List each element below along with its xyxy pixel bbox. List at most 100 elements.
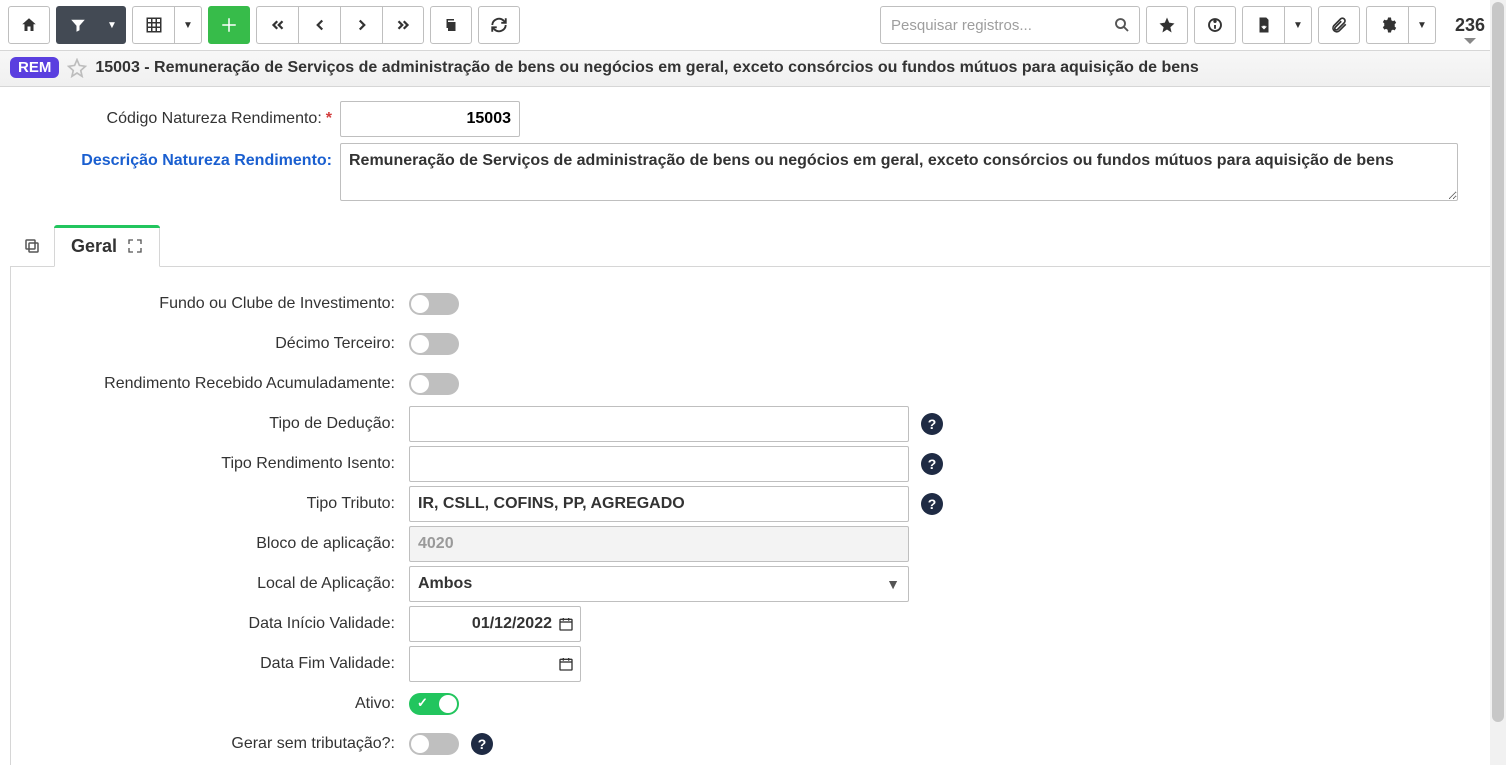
calendar-icon[interactable] xyxy=(558,616,574,632)
chevron-down-icon: ▼ xyxy=(107,20,117,31)
expand-icon[interactable] xyxy=(127,238,143,254)
filter-button-group: ▼ xyxy=(56,6,126,44)
grid-dropdown-button[interactable]: ▼ xyxy=(174,6,202,44)
data-fim-field[interactable] xyxy=(409,646,581,682)
history-button[interactable] xyxy=(1194,6,1236,44)
tipo-tributo-label: Tipo Tributo: xyxy=(27,495,409,513)
search-field[interactable] xyxy=(880,6,1140,44)
ativo-toggle[interactable]: ✓ xyxy=(409,693,459,715)
chevron-down-icon: ▼ xyxy=(183,20,193,31)
tipo-isento-input[interactable] xyxy=(409,446,909,482)
chevron-down-icon: ▼ xyxy=(1417,20,1427,31)
module-badge: REM xyxy=(10,57,59,78)
vertical-scrollbar[interactable] xyxy=(1490,0,1506,765)
tipo-tributo-input[interactable] xyxy=(409,486,909,522)
export-button[interactable] xyxy=(1242,6,1284,44)
tab-geral[interactable]: Geral xyxy=(54,225,160,267)
record-title: 15003 - Remuneração de Serviços de admin… xyxy=(95,59,1198,77)
tipo-tributo-help[interactable]: ? xyxy=(921,493,943,515)
local-label: Local de Aplicação: xyxy=(27,575,409,593)
tab-strip: Geral xyxy=(10,225,1496,267)
grid-icon xyxy=(145,16,163,34)
data-inicio-field[interactable]: 01/12/2022 xyxy=(409,606,581,642)
codigo-label: Código Natureza Rendimento:* xyxy=(10,101,340,137)
data-fim-label: Data Fim Validade: xyxy=(27,655,409,673)
filter-button[interactable] xyxy=(56,6,98,44)
copy-icon xyxy=(442,16,460,34)
gerar-help[interactable]: ? xyxy=(471,733,493,755)
local-select-value: Ambos xyxy=(418,575,472,593)
tipo-deducao-help[interactable]: ? xyxy=(921,413,943,435)
record-count-value: 236 xyxy=(1455,15,1485,36)
funnel-icon xyxy=(69,16,87,34)
scrollbar-thumb[interactable] xyxy=(1492,2,1504,722)
local-select[interactable]: Ambos ▼ xyxy=(409,566,909,602)
star-icon xyxy=(1158,16,1176,34)
check-icon: ✓ xyxy=(417,695,428,711)
attachments-button[interactable] xyxy=(1318,6,1360,44)
gerar-toggle[interactable] xyxy=(409,733,459,755)
tipo-isento-label: Tipo Rendimento Isento: xyxy=(27,455,409,473)
grid-button-group: ▼ xyxy=(132,6,202,44)
rra-toggle[interactable] xyxy=(409,373,459,395)
export-button-group: ▼ xyxy=(1242,6,1312,44)
main-toolbar: ▼ ▼ xyxy=(0,0,1506,50)
search-icon xyxy=(1113,16,1131,34)
settings-button-group: ▼ xyxy=(1366,6,1436,44)
refresh-button[interactable] xyxy=(478,6,520,44)
header-fields: Código Natureza Rendimento:* Descrição N… xyxy=(0,87,1506,213)
tab-area: Geral Fundo ou Clube de Investimento: Dé… xyxy=(0,225,1506,765)
tab-geral-label: Geral xyxy=(71,236,117,257)
favorite-toggle[interactable] xyxy=(67,58,87,78)
last-button[interactable] xyxy=(382,6,424,44)
duplicate-button[interactable] xyxy=(430,6,472,44)
bloco-input xyxy=(409,526,909,562)
ativo-label: Ativo: xyxy=(27,695,409,713)
fundo-toggle[interactable] xyxy=(409,293,459,315)
plus-icon xyxy=(220,16,238,34)
clock-icon xyxy=(1206,16,1224,34)
filter-dropdown-button[interactable]: ▼ xyxy=(98,6,126,44)
tipo-isento-help[interactable]: ? xyxy=(921,453,943,475)
decimo-toggle[interactable] xyxy=(409,333,459,355)
data-inicio-value: 01/12/2022 xyxy=(418,615,558,633)
codigo-input[interactable] xyxy=(340,101,520,137)
data-inicio-label: Data Início Validade: xyxy=(27,615,409,633)
export-dropdown-button[interactable]: ▼ xyxy=(1284,6,1312,44)
gear-icon xyxy=(1379,16,1397,34)
calendar-icon[interactable] xyxy=(558,656,574,672)
home-button[interactable] xyxy=(8,6,50,44)
record-header-bar: REM 15003 - Remuneração de Serviços de a… xyxy=(0,50,1506,87)
rra-label: Rendimento Recebido Acumuladamente: xyxy=(27,375,409,393)
settings-button[interactable] xyxy=(1366,6,1408,44)
chevron-right-icon xyxy=(353,16,371,34)
tipo-deducao-label: Tipo de Dedução: xyxy=(27,415,409,433)
settings-dropdown-button[interactable]: ▼ xyxy=(1408,6,1436,44)
bloco-label: Bloco de aplicação: xyxy=(27,535,409,553)
next-button[interactable] xyxy=(340,6,382,44)
chevrons-right-icon xyxy=(394,16,412,34)
refresh-icon xyxy=(490,16,508,34)
grid-view-button[interactable] xyxy=(132,6,174,44)
fundo-label: Fundo ou Clube de Investimento: xyxy=(27,295,409,313)
search-input[interactable] xyxy=(889,16,1113,35)
chevron-down-icon: ▼ xyxy=(886,576,900,592)
tab-body: Fundo ou Clube de Investimento: Décimo T… xyxy=(10,267,1496,765)
chevrons-left-icon xyxy=(269,16,287,34)
chevron-down-icon: ▼ xyxy=(1293,20,1303,31)
decimo-label: Décimo Terceiro: xyxy=(27,335,409,353)
tipo-deducao-input[interactable] xyxy=(409,406,909,442)
copy-icon xyxy=(23,237,41,255)
prev-button[interactable] xyxy=(298,6,340,44)
first-button[interactable] xyxy=(256,6,298,44)
gerar-label: Gerar sem tributação?: xyxy=(27,735,409,753)
add-button[interactable] xyxy=(208,6,250,44)
home-icon xyxy=(20,16,38,34)
nav-button-group xyxy=(256,6,424,44)
descricao-label[interactable]: Descrição Natureza Rendimento: xyxy=(10,143,340,179)
favorite-button[interactable] xyxy=(1146,6,1188,44)
required-indicator: * xyxy=(326,110,332,127)
descricao-textarea[interactable]: Remuneração de Serviços de administração… xyxy=(340,143,1458,201)
copy-tab-button[interactable] xyxy=(10,225,54,267)
file-export-icon xyxy=(1255,16,1273,34)
